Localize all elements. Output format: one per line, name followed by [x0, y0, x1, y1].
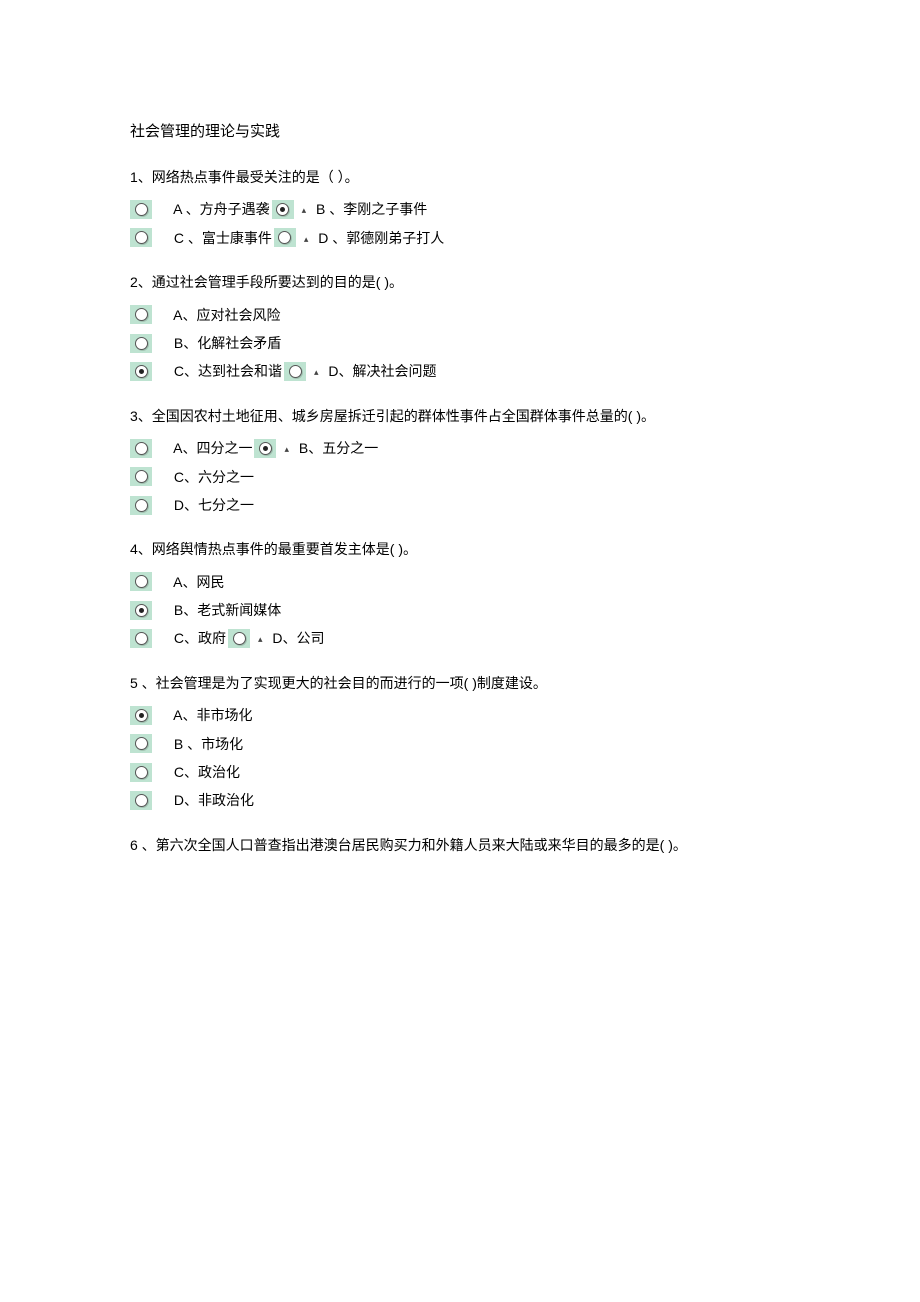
q5-row-a: A、非市场化: [130, 704, 790, 726]
q3-row1: A、四分之一 ▴ B、五分之一: [130, 437, 790, 459]
q4-row-c: C、政府 ▴ D、公司: [130, 627, 790, 649]
q3-radio-b[interactable]: [254, 439, 276, 458]
q2-row-a: A、应对社会风险: [130, 304, 790, 326]
q5-option-b: B 、市场化: [170, 733, 243, 755]
question-5: 5 、社会管理是为了实现更大的社会目的而进行的一项( )制度建设。: [130, 672, 790, 694]
q5-option-d: D、非政治化: [170, 789, 254, 811]
q1-radio-b[interactable]: [272, 200, 294, 219]
q1-option-d: D 、郭德刚弟子打人: [314, 227, 444, 249]
q1-option-c: C 、富士康事件: [170, 227, 272, 249]
q3-row-c: C、六分之一: [130, 466, 790, 488]
q2-option-c: C、达到社会和谐: [170, 360, 282, 382]
q2-radio-c[interactable]: [130, 362, 152, 381]
q5-row-b: B 、市场化: [130, 733, 790, 755]
q2-radio-a[interactable]: [130, 305, 152, 324]
q5-row-d: D、非政治化: [130, 789, 790, 811]
q1-option-a: A 、方舟子遇袭: [170, 198, 270, 220]
q1-radio-a[interactable]: [130, 200, 152, 219]
q2-radio-d[interactable]: [284, 362, 306, 381]
q1-row2: C 、富士康事件 ▴ D 、郭德刚弟子打人: [130, 227, 790, 249]
q3-option-b: B、五分之一: [295, 437, 378, 459]
q3-option-d: D、七分之一: [170, 494, 254, 516]
q1-radio-d[interactable]: [274, 228, 296, 247]
q4-option-d: D、公司: [269, 627, 325, 649]
q3-radio-c[interactable]: [130, 467, 152, 486]
marker-icon: ▴: [314, 365, 319, 379]
question-6: 6 、第六次全国人口普查指出港澳台居民购买力和外籍人员来大陆或来华目的最多的是(…: [130, 834, 790, 856]
q2-row-b: B、化解社会矛盾: [130, 332, 790, 354]
q2-option-d: D、解决社会问题: [325, 360, 437, 382]
marker-icon: ▴: [304, 232, 309, 246]
question-2: 2、通过社会管理手段所要达到的目的是( )。: [130, 271, 790, 293]
q5-option-c: C、政治化: [170, 761, 240, 783]
page-title: 社会管理的理论与实践: [130, 120, 790, 144]
q5-radio-d[interactable]: [130, 791, 152, 810]
q4-option-b: B、老式新闻媒体: [170, 599, 281, 621]
q3-option-a: A、四分之一: [170, 437, 252, 459]
q4-row-b: B、老式新闻媒体: [130, 599, 790, 621]
q3-radio-d[interactable]: [130, 496, 152, 515]
marker-icon: ▴: [258, 632, 263, 646]
q1-radio-c[interactable]: [130, 228, 152, 247]
q4-radio-c[interactable]: [130, 629, 152, 648]
q5-radio-a[interactable]: [130, 706, 152, 725]
question-3: 3、全国因农村土地征用、城乡房屋拆迁引起的群体性事件占全国群体事件总量的( )。: [130, 405, 790, 427]
q5-radio-c[interactable]: [130, 763, 152, 782]
q4-option-c: C、政府: [170, 627, 226, 649]
q4-radio-a[interactable]: [130, 572, 152, 591]
q4-radio-d[interactable]: [228, 629, 250, 648]
marker-icon: ▴: [284, 442, 289, 456]
q1-row1: A 、方舟子遇袭 ▴ B 、李刚之子事件: [130, 198, 790, 220]
q2-row-c: C、达到社会和谐 ▴ D、解决社会问题: [130, 360, 790, 382]
q4-radio-b[interactable]: [130, 601, 152, 620]
q2-option-a: A、应对社会风险: [170, 304, 280, 326]
question-4: 4、网络舆情热点事件的最重要首发主体是( )。: [130, 538, 790, 560]
q5-radio-b[interactable]: [130, 734, 152, 753]
q5-option-a: A、非市场化: [170, 704, 252, 726]
q5-row-c: C、政治化: [130, 761, 790, 783]
question-1: 1、网络热点事件最受关注的是（ ）。: [130, 166, 790, 188]
q2-option-b: B、化解社会矛盾: [170, 332, 281, 354]
q3-radio-a[interactable]: [130, 439, 152, 458]
q3-row-d: D、七分之一: [130, 494, 790, 516]
q1-option-b: B 、李刚之子事件: [312, 198, 427, 220]
q4-option-a: A、网民: [170, 571, 224, 593]
q4-row-a: A、网民: [130, 571, 790, 593]
marker-icon: ▴: [302, 203, 307, 217]
q3-option-c: C、六分之一: [170, 466, 254, 488]
q2-radio-b[interactable]: [130, 334, 152, 353]
